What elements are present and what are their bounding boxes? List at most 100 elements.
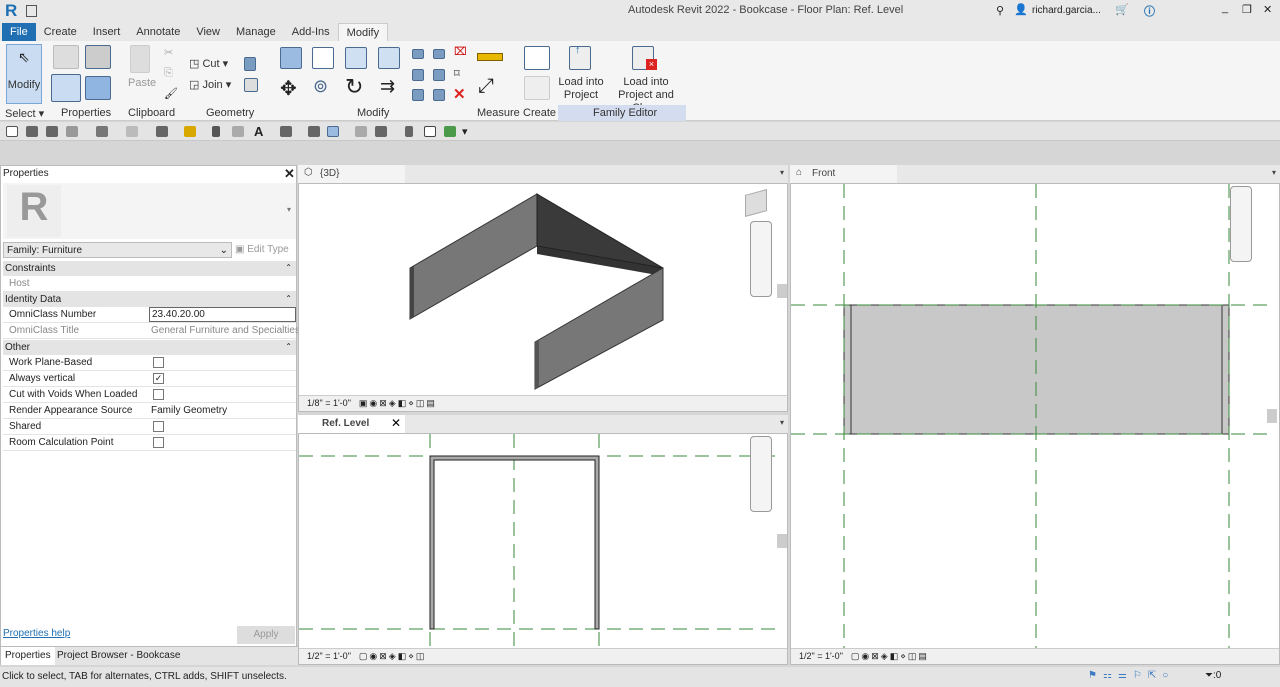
thin-lines-icon[interactable] xyxy=(327,126,339,137)
family-category-icon[interactable] xyxy=(53,45,79,69)
user-name[interactable]: richard.garcia... xyxy=(1032,5,1101,16)
always-vertical-checkbox[interactable]: ✓ xyxy=(153,373,164,384)
restore-button[interactable]: ❐ xyxy=(1242,3,1252,16)
cut-with-voids-checkbox[interactable] xyxy=(153,389,164,400)
edit-type-button[interactable]: ▣ Edit Type xyxy=(235,244,289,255)
array-icon[interactable] xyxy=(412,69,424,81)
type-selector-dropdown-icon[interactable]: ▾ xyxy=(287,205,291,214)
join-tool-icon[interactable] xyxy=(244,78,258,92)
copy-element-icon[interactable]: ⊚ xyxy=(313,76,328,97)
split-face-icon[interactable] xyxy=(244,57,256,71)
view-close-icon[interactable]: ✕ xyxy=(391,416,401,430)
view-3d-scale[interactable]: 1/8" = 1'-0" xyxy=(307,398,351,408)
user-icon[interactable]: 👤 xyxy=(1014,3,1028,16)
view-menu-icon[interactable]: ▾ xyxy=(780,418,784,427)
rotate-icon[interactable]: ↻ xyxy=(345,74,363,100)
user-interface-icon[interactable] xyxy=(424,126,436,137)
join-geometry-button[interactable]: ◲ Join ▾ xyxy=(189,78,231,91)
select-panel-label[interactable]: Select ▾ xyxy=(5,107,44,120)
tab-create[interactable]: Create xyxy=(36,23,85,41)
sync-icon[interactable] xyxy=(66,126,78,137)
split-gap-icon[interactable] xyxy=(433,49,445,59)
view-ref-level[interactable]: 1/2" = 1'-0" ▢◉⊠◈◧⋄◫ xyxy=(298,433,788,665)
navigation-bar[interactable] xyxy=(750,221,772,297)
paste-label[interactable]: Paste xyxy=(128,77,156,89)
view-menu-icon[interactable]: ▾ xyxy=(780,168,784,177)
default-3d-icon[interactable] xyxy=(280,126,292,137)
pin-icon[interactable]: ⌑ xyxy=(454,67,460,80)
undo-icon[interactable] xyxy=(96,126,108,137)
vertical-scrollbar-thumb[interactable] xyxy=(777,284,787,298)
omniclass-number-input[interactable]: 23.40.20.00 xyxy=(149,307,296,322)
aligned-dimension-icon[interactable] xyxy=(477,53,503,61)
section-identity-data[interactable]: Identity Data ⌃ xyxy=(3,292,296,307)
close-hidden-icon[interactable] xyxy=(355,126,367,137)
type-selector[interactable]: R ▾ xyxy=(3,183,296,239)
properties-help-link[interactable]: Properties help xyxy=(3,628,70,639)
offset-icon[interactable] xyxy=(312,47,334,69)
tab-view-3d[interactable]: ⬡ {3D} xyxy=(298,165,405,183)
mirror-pick-axis-icon[interactable] xyxy=(345,47,367,69)
cart-icon[interactable]: 🛒 xyxy=(1115,3,1129,16)
view-control-icons[interactable]: ▣◉⊠◈◧⋄◫▤ xyxy=(359,398,437,408)
open-icon[interactable] xyxy=(26,126,38,137)
view-control-icons[interactable]: ▢◉⊠◈◧⋄◫ xyxy=(359,651,426,661)
room-calculation-point-checkbox[interactable] xyxy=(153,437,164,448)
filter-icon[interactable]: ⏷:0 xyxy=(1205,670,1221,681)
tag-icon[interactable] xyxy=(232,126,244,137)
revit-logo[interactable]: R xyxy=(5,1,17,21)
navigation-bar-front[interactable] xyxy=(1230,186,1252,262)
tab-file[interactable]: File xyxy=(2,23,36,41)
close-button[interactable]: ✕ xyxy=(1263,3,1272,16)
view-3d[interactable]: 1/8" = 1'-0" ▣◉⊠◈◧⋄◫▤ xyxy=(298,183,788,412)
shared-checkbox[interactable] xyxy=(153,421,164,432)
work-plane-based-checkbox[interactable] xyxy=(153,357,164,368)
text-icon[interactable]: A xyxy=(254,124,263,139)
view-plan-scale[interactable]: 1/2" = 1'-0" xyxy=(307,651,351,661)
copy-icon[interactable]: ⎘ xyxy=(164,67,173,80)
family-filter-dropdown[interactable]: Family: Furniture ⌄ xyxy=(3,242,232,258)
tab-modify[interactable]: Modify xyxy=(337,23,389,41)
create-group-icon[interactable] xyxy=(524,76,550,100)
customize-qat-icon[interactable]: ▾ xyxy=(462,125,468,138)
split-element-icon[interactable] xyxy=(412,49,424,59)
match-type-icon[interactable]: 🖌 xyxy=(164,87,178,100)
section-icon[interactable] xyxy=(308,126,320,137)
tab-view-ref-level[interactable]: Ref. Level xyxy=(298,415,405,433)
minimize-button[interactable]: _ xyxy=(1222,2,1228,14)
properties-close-icon[interactable]: ✕ xyxy=(284,166,295,182)
unpin-icon[interactable]: ⌧ xyxy=(454,45,467,58)
view-front[interactable]: 1/2" = 1'-0" ▢◉⊠◈◧⋄◫▤ xyxy=(790,183,1280,665)
paste-icon[interactable] xyxy=(130,45,150,73)
tab-view[interactable]: View xyxy=(188,23,228,41)
section-constraints[interactable]: Constraints ⌃ xyxy=(3,261,296,276)
apply-button[interactable]: Apply xyxy=(237,626,295,644)
measure-icon[interactable]: ⤢ xyxy=(478,75,494,98)
switch-windows-icon[interactable] xyxy=(375,126,387,137)
move-icon[interactable]: ✥ xyxy=(280,76,297,101)
tab-view-front[interactable]: ⌂ Front xyxy=(790,165,897,183)
tab-insert[interactable]: Insert xyxy=(85,23,129,41)
view-front-scale[interactable]: 1/2" = 1'-0" xyxy=(799,651,843,661)
type-properties-icon[interactable] xyxy=(85,76,111,100)
cut-geometry-button[interactable]: ◳ Cut ▾ xyxy=(189,57,228,70)
cut-clip-icon[interactable]: ✂ xyxy=(164,46,173,59)
scale-icon[interactable] xyxy=(433,69,445,81)
properties-icon[interactable] xyxy=(51,74,81,102)
tab-properties[interactable]: Properties xyxy=(1,647,55,665)
binoculars-icon[interactable]: ⚲ xyxy=(996,4,1004,17)
trim-extend-multiple-icon[interactable] xyxy=(433,89,445,101)
delete-icon[interactable]: ✕ xyxy=(453,85,466,103)
tab-project-browser[interactable]: Project Browser - Bookcase xyxy=(57,650,180,661)
vertical-scrollbar-thumb[interactable] xyxy=(1267,409,1277,423)
tab-annotate[interactable]: Annotate xyxy=(128,23,188,41)
view-control-icons[interactable]: ▢◉⊠◈◧⋄◫▤ xyxy=(851,651,929,661)
redo-icon[interactable] xyxy=(126,126,138,137)
help-icon[interactable]: ⓘ xyxy=(1144,3,1155,19)
tile-icon[interactable] xyxy=(405,126,413,137)
vertical-scrollbar-thumb[interactable] xyxy=(777,534,787,548)
tab-addins[interactable]: Add-Ins xyxy=(284,23,338,41)
section-other[interactable]: Other ⌃ xyxy=(3,340,296,355)
navigation-bar-plan[interactable] xyxy=(750,436,772,512)
print-icon[interactable] xyxy=(156,126,168,137)
